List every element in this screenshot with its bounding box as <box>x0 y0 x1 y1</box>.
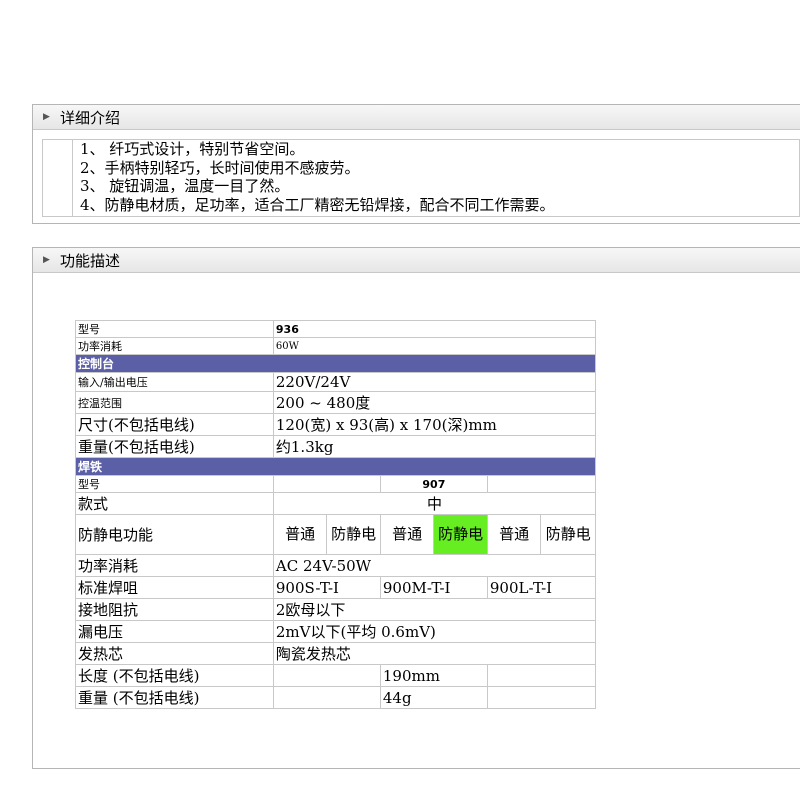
weight-label: 重量(不包括电线) <box>75 435 274 458</box>
esd-option: 普通 <box>486 514 542 555</box>
section-station: 控制台 <box>75 354 596 373</box>
io-voltage-label: 输入/输出电压 <box>75 372 274 392</box>
intro-line: 2、手柄特别轻巧，长时间使用不感疲劳。 <box>80 158 360 177</box>
heater-label: 发热芯 <box>75 642 274 665</box>
function-panel-header[interactable]: ▶ 功能描述 <box>33 248 800 273</box>
size-label: 尺寸(不包括电线) <box>75 413 274 436</box>
model-label: 型号 <box>75 320 274 338</box>
esd-option: 普通 <box>272 514 328 555</box>
model-value: 936 <box>272 320 597 338</box>
temp-range-value: 200 ~ 480度 <box>272 391 597 414</box>
intro-line: 4、防静电材质，足功率，适合工厂精密无铅焊接，配合不同工作需要。 <box>80 195 555 214</box>
iron-power-label: 功率消耗 <box>75 554 274 577</box>
empty-cell <box>486 664 597 687</box>
iron-weight-label: 重量 (不包括电线) <box>75 686 274 709</box>
tip-value: 900L-T-I <box>486 576 597 599</box>
empty-cell <box>272 475 381 493</box>
size-value: 120(宽) x 93(高) x 170(深)mm <box>272 413 597 436</box>
empty-cell <box>486 686 597 709</box>
empty-cell <box>272 686 381 709</box>
tip-value: 900S-T-I <box>272 576 381 599</box>
iron-model-value: 907 <box>379 475 488 493</box>
temp-range-label: 控温范围 <box>75 391 274 414</box>
section-iron: 焊铁 <box>75 457 596 476</box>
length-label: 长度 (不包括电线) <box>75 664 274 687</box>
intro-divider <box>72 140 73 216</box>
ground-label: 接地阻抗 <box>75 598 274 621</box>
style-value: 中 <box>272 492 597 515</box>
io-voltage-value: 220V/24V <box>272 372 597 392</box>
leak-value: 2mV以下(平均 0.6mV) <box>272 620 597 643</box>
spec-table: 型号 936 功率消耗 60W 控制台 输入/输出电压 220V/24V 控温范… <box>75 320 597 709</box>
tips-label: 标准焊咀 <box>75 576 274 599</box>
intro-line: 1、 纤巧式设计，特别节省空间。 <box>80 140 305 158</box>
iron-model-label: 型号 <box>75 475 274 493</box>
function-panel-title: 功能描述 <box>60 251 121 270</box>
esd-option-highlighted: 防静电 <box>433 514 488 555</box>
intro-line: 3、 旋钮调温，温度一目了然。 <box>80 177 290 195</box>
esd-label: 防静电功能 <box>75 514 274 555</box>
intro-panel-header[interactable]: ▶ 详细介绍 <box>33 105 800 130</box>
iron-power-value: AC 24V-50W <box>272 554 597 577</box>
tip-value: 900M-T-I <box>379 576 488 599</box>
empty-cell <box>272 664 381 687</box>
triangle-right-icon[interactable]: ▶ <box>43 255 52 265</box>
leak-label: 漏电压 <box>75 620 274 643</box>
heater-value: 陶瓷发热芯 <box>272 642 597 665</box>
iron-weight-value: 44g <box>379 686 488 709</box>
intro-list: 1、 纤巧式设计，特别节省空间。 2、手柄特别轻巧，长时间使用不感疲劳。 3、 … <box>80 140 555 214</box>
style-label: 款式 <box>75 492 274 515</box>
ground-value: 2欧母以下 <box>272 598 597 621</box>
triangle-right-icon[interactable]: ▶ <box>43 112 52 122</box>
intro-panel-title: 详细介绍 <box>60 108 121 127</box>
esd-option: 普通 <box>379 514 435 555</box>
length-value: 190mm <box>379 664 488 687</box>
esd-option: 防静电 <box>326 514 381 555</box>
empty-cell <box>486 475 597 493</box>
esd-option: 防静电 <box>540 514 596 555</box>
weight-value: 约1.3kg <box>272 435 597 458</box>
power-value: 60W <box>272 337 597 355</box>
power-label: 功率消耗 <box>75 337 274 355</box>
